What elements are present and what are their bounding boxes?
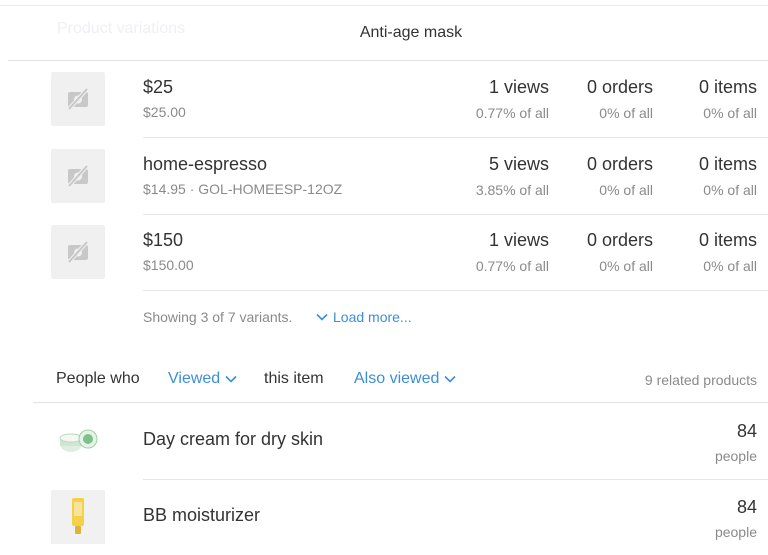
people-count: 84 people bbox=[715, 497, 757, 540]
items-metric: 0 items 0% of all bbox=[699, 77, 757, 121]
variant-price: $14.95 · GOL-HOMEESP-12OZ bbox=[143, 181, 343, 197]
items-metric: 0 items 0% of all bbox=[699, 230, 757, 274]
variant-row[interactable]: $150 $150.00 1 views 0.77% of all 0 orde… bbox=[0, 214, 768, 291]
items-percent: 0% of all bbox=[703, 182, 757, 198]
variant-price: $150.00 bbox=[143, 257, 194, 273]
cream-tube-icon bbox=[51, 490, 105, 544]
chevron-down-icon bbox=[444, 375, 456, 383]
product-name: Day cream for dry skin bbox=[143, 429, 324, 449]
people-count-unit: people bbox=[714, 448, 757, 464]
no-image-icon bbox=[51, 149, 105, 203]
items-count: 0 items bbox=[698, 154, 757, 174]
orders-percent: 0% of all bbox=[599, 105, 653, 121]
chevron-down-icon bbox=[316, 313, 328, 321]
orders-count: 0 orders bbox=[586, 230, 653, 250]
relation-dropdown[interactable]: Also viewed bbox=[354, 370, 456, 388]
chevron-down-icon bbox=[225, 375, 237, 383]
views-metric: 1 views 0.77% of all bbox=[476, 230, 549, 274]
views-metric: 1 views 0.77% of all bbox=[476, 77, 549, 121]
orders-percent: 0% of all bbox=[599, 258, 653, 274]
row-divider bbox=[143, 290, 768, 291]
views-count: 1 views bbox=[488, 77, 549, 97]
orders-percent: 0% of all bbox=[599, 182, 653, 198]
action-dropdown[interactable]: Viewed bbox=[168, 370, 237, 388]
orders-count: 0 orders bbox=[586, 77, 653, 97]
relation-dropdown-label: Also viewed bbox=[354, 370, 440, 387]
people-middle-text: this item bbox=[264, 370, 324, 387]
people-prefix: People who bbox=[56, 370, 140, 387]
items-count: 0 items bbox=[698, 77, 757, 97]
related-count: 9 related products bbox=[644, 372, 757, 388]
items-percent: 0% of all bbox=[703, 105, 757, 121]
variant-name: $150 bbox=[143, 230, 184, 250]
views-count: 1 views bbox=[488, 230, 549, 250]
variant-row[interactable]: $25 $25.00 1 views 0.77% of all 0 orders… bbox=[0, 61, 768, 138]
product-title: Anti-age mask bbox=[359, 24, 463, 41]
no-image-icon bbox=[51, 225, 105, 279]
items-percent: 0% of all bbox=[703, 258, 757, 274]
no-image-icon bbox=[51, 72, 105, 126]
items-metric: 0 items 0% of all bbox=[699, 154, 757, 198]
action-dropdown-label: Viewed bbox=[168, 370, 221, 387]
variant-name: $25 bbox=[143, 77, 174, 97]
product-name: BB moisturizer bbox=[143, 505, 261, 525]
orders-metric: 0 orders 0% of all bbox=[587, 230, 653, 274]
cream-jar-icon bbox=[51, 414, 105, 468]
views-metric: 5 views 3.85% of all bbox=[476, 154, 549, 198]
orders-metric: 0 orders 0% of all bbox=[587, 154, 653, 198]
views-percent: 3.85% of all bbox=[475, 182, 549, 198]
people-filter-bar: People who Viewed this item Also viewed … bbox=[0, 368, 768, 392]
variant-price: $25.00 bbox=[143, 104, 186, 120]
views-count: 5 views bbox=[488, 154, 549, 174]
people-count: 84 people bbox=[715, 421, 757, 464]
people-count-unit: people bbox=[714, 524, 757, 540]
orders-metric: 0 orders 0% of all bbox=[587, 77, 653, 121]
people-count-value: 84 bbox=[736, 421, 757, 441]
people-count-value: 84 bbox=[736, 497, 757, 517]
pagination-status: Showing 3 of 7 variants. bbox=[143, 309, 293, 325]
variant-name: home-espresso bbox=[143, 154, 268, 174]
load-more-label: Load more... bbox=[333, 309, 412, 325]
orders-count: 0 orders bbox=[586, 154, 653, 174]
views-percent: 0.77% of all bbox=[475, 258, 549, 274]
views-percent: 0.77% of all bbox=[475, 105, 549, 121]
variant-row[interactable]: home-espresso $14.95 · GOL-HOMEESP-12OZ … bbox=[0, 138, 768, 215]
load-more-link[interactable]: Load more... bbox=[316, 309, 412, 325]
related-product-row[interactable]: Day cream for dry skin 84 people bbox=[0, 403, 768, 479]
items-count: 0 items bbox=[698, 230, 757, 250]
top-border bbox=[0, 5, 768, 6]
related-product-row[interactable]: BB moisturizer 84 people bbox=[0, 479, 768, 555]
